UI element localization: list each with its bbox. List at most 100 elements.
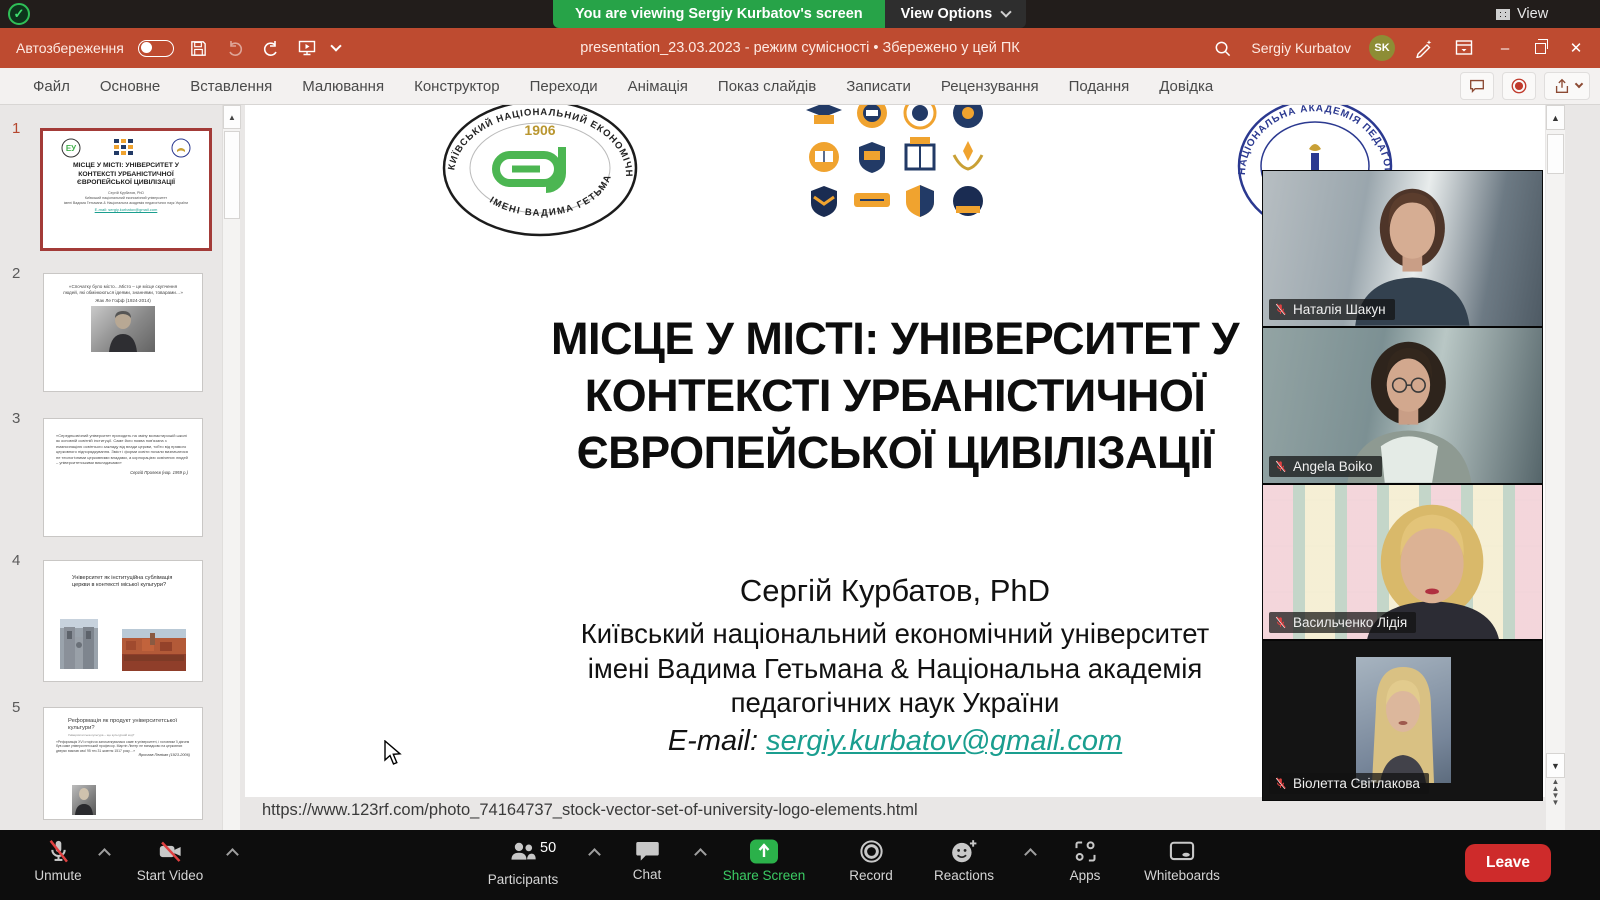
- whiteboards-button[interactable]: Whiteboards: [1126, 838, 1238, 883]
- autosave-toggle[interactable]: [138, 40, 174, 57]
- tab-insert[interactable]: Вставлення: [175, 70, 287, 103]
- thumb5-quote: «Реформація XVI сторіччя започаткувалася…: [44, 737, 202, 753]
- share-screen-button[interactable]: Share Screen: [708, 838, 820, 883]
- scroll-down-icon[interactable]: ▼: [1546, 753, 1565, 778]
- record-button[interactable]: [1502, 72, 1536, 100]
- thumb-number-2: 2: [12, 265, 20, 282]
- view-layout-button[interactable]: View: [1496, 0, 1548, 28]
- zoom-top-strip: ✓ You are viewing Sergiy Kurbatov's scre…: [0, 0, 1600, 28]
- video-tile-3[interactable]: Васильченко Лідія: [1263, 485, 1542, 642]
- tab-design[interactable]: Конструктор: [399, 70, 515, 103]
- kneu-mini-logo: ЕУ: [61, 138, 81, 158]
- thumb4-photo-city: [122, 629, 186, 671]
- undo-icon[interactable]: [224, 37, 246, 59]
- start-video-button[interactable]: Start Video: [122, 838, 218, 883]
- close-button[interactable]: ✕: [1564, 39, 1588, 57]
- user-avatar[interactable]: SK: [1369, 35, 1395, 61]
- thumb5-attribution: Ярослав Пелікан (1923-2006): [44, 753, 202, 757]
- tab-review[interactable]: Рецензування: [926, 70, 1054, 103]
- apps-button[interactable]: Apps: [1052, 838, 1118, 883]
- slide-thumbnail-5[interactable]: Реформація як продукт університетської к…: [43, 707, 203, 820]
- muted-mic-icon: [1274, 616, 1287, 629]
- email-link[interactable]: sergiy.kurbatov@gmail.com: [766, 725, 1122, 757]
- reactions-button[interactable]: Reactions: [918, 838, 1010, 883]
- thumb1-author: Сергій Курбатов, PhD: [43, 191, 209, 196]
- previous-slide-icon[interactable]: ▲▲: [1546, 778, 1565, 792]
- slide-thumbnail-2[interactable]: «Спочатку було місто…Місто – це місце ск…: [43, 273, 203, 392]
- tab-view[interactable]: Подання: [1054, 70, 1145, 103]
- minimize-button[interactable]: –: [1493, 40, 1517, 57]
- user-name[interactable]: Sergiy Kurbatov: [1251, 40, 1351, 56]
- record-button[interactable]: Record: [833, 838, 909, 883]
- muted-mic-icon: [1274, 777, 1287, 790]
- scroll-thumb[interactable]: [1547, 134, 1564, 174]
- grid-view-icon: [1496, 9, 1510, 20]
- thumb1-email: E-mail: sergiy.kurbatov@gmail.com: [43, 207, 209, 212]
- kneu-university-logo: КИЇВСЬКИЙ НАЦІОНАЛЬНИЙ ЕКОНОМІЧНИЙ УНІВЕ…: [440, 105, 640, 239]
- svg-text:1906: 1906: [524, 122, 555, 138]
- tab-file[interactable]: Файл: [18, 70, 85, 103]
- napn-mini-logo: [171, 138, 191, 158]
- tab-draw[interactable]: Малювання: [287, 70, 399, 103]
- scroll-up-icon[interactable]: ▲: [1546, 105, 1565, 130]
- start-slideshow-icon[interactable]: [296, 37, 318, 59]
- tab-transitions[interactable]: Переходи: [515, 70, 613, 103]
- search-icon[interactable]: [1211, 37, 1233, 59]
- tab-home[interactable]: Основне: [85, 70, 175, 103]
- video-tile-1[interactable]: Наталія Шакун: [1263, 171, 1542, 328]
- thumbnail-scrollbar[interactable]: ▲: [222, 105, 240, 830]
- thumb-number-5: 5: [12, 699, 20, 716]
- thumb-number-4: 4: [12, 552, 20, 569]
- chevron-down-icon: [1001, 6, 1012, 17]
- thumb2-attribution: Жак Ле Гофф (1924-2014): [44, 298, 202, 303]
- thumb1-affil2: імені Вадима Гетьмана & Національна акад…: [43, 201, 209, 206]
- view-options-button[interactable]: View Options: [885, 0, 1027, 28]
- quick-access-chevron-icon[interactable]: [330, 40, 341, 51]
- slide-thumbnail-3[interactable]: «Середньовічний університет приходить на…: [43, 418, 203, 537]
- participant-video-panel: Наталія Шакун Angela Boiko: [1262, 170, 1543, 801]
- ribbon-display-options-icon[interactable]: [1453, 37, 1475, 59]
- chat-chevron-icon[interactable]: [694, 848, 707, 861]
- share-button[interactable]: [1544, 72, 1590, 100]
- thumb5-photo: [72, 785, 96, 815]
- redo-icon[interactable]: [260, 37, 282, 59]
- chat-button[interactable]: Chat: [612, 838, 682, 882]
- muted-mic-icon: [45, 838, 72, 865]
- unmute-button[interactable]: Unmute: [18, 838, 98, 883]
- university-logo-set: [800, 105, 995, 228]
- participant-4-profile-photo: [1356, 657, 1451, 783]
- slide-thumbnail-panel: 1 ЕУ МІСЦЕ У МІСТІ: УНІВЕРСИТЕТ У КОНТЕК…: [0, 105, 245, 830]
- next-slide-icon[interactable]: ▼▼: [1546, 792, 1565, 806]
- thumb4-photo-cathedral: [60, 619, 98, 669]
- comments-button[interactable]: [1460, 72, 1494, 100]
- leave-button[interactable]: Leave: [1465, 844, 1551, 882]
- tab-record[interactable]: Записати: [831, 70, 926, 103]
- tab-help[interactable]: Довідка: [1144, 70, 1228, 103]
- video-tile-4[interactable]: Віолетта Світлакова: [1263, 641, 1542, 800]
- chat-icon: [634, 838, 661, 864]
- slide-thumbnail-4[interactable]: Університет як інституційна сублімація ц…: [43, 560, 203, 682]
- autosave-label: Автозбереження: [16, 40, 124, 56]
- view-options-label: View Options: [901, 6, 993, 22]
- slide-thumbnail-1[interactable]: ЕУ МІСЦЕ У МІСТІ: УНІВЕРСИТЕТ У КОНТЕКСТ…: [40, 128, 212, 251]
- participants-chevron-icon[interactable]: [588, 848, 601, 861]
- thumbnail-scroll-up-icon[interactable]: ▲: [223, 105, 241, 129]
- thumbnail-scroll-thumb[interactable]: [224, 131, 240, 219]
- participant-1-name-tag: Наталія Шакун: [1269, 299, 1395, 320]
- audio-options-chevron-icon[interactable]: [98, 848, 111, 861]
- tab-slideshow[interactable]: Показ слайдів: [703, 70, 831, 103]
- video-tile-2[interactable]: Angela Boiko: [1263, 328, 1542, 485]
- designer-pen-icon[interactable]: [1413, 37, 1435, 59]
- save-icon[interactable]: [188, 37, 210, 59]
- video-options-chevron-icon[interactable]: [226, 848, 239, 861]
- participants-count: 50: [540, 840, 556, 856]
- slide-scrollbar[interactable]: ▲ ▼ ▲▲ ▼▼: [1546, 105, 1565, 830]
- reactions-icon: [950, 838, 978, 865]
- participants-button[interactable]: 50 Participants: [468, 838, 578, 887]
- logo-source-url: https://www.123rf.com/photo_74164737_sto…: [262, 801, 918, 820]
- reactions-chevron-icon[interactable]: [1024, 848, 1037, 861]
- thumb2-quote: «Спочатку було місто…Місто – це місце ск…: [44, 274, 202, 296]
- restore-button[interactable]: [1535, 43, 1546, 54]
- muted-mic-icon: [1274, 460, 1287, 473]
- tab-animations[interactable]: Анімація: [613, 70, 703, 103]
